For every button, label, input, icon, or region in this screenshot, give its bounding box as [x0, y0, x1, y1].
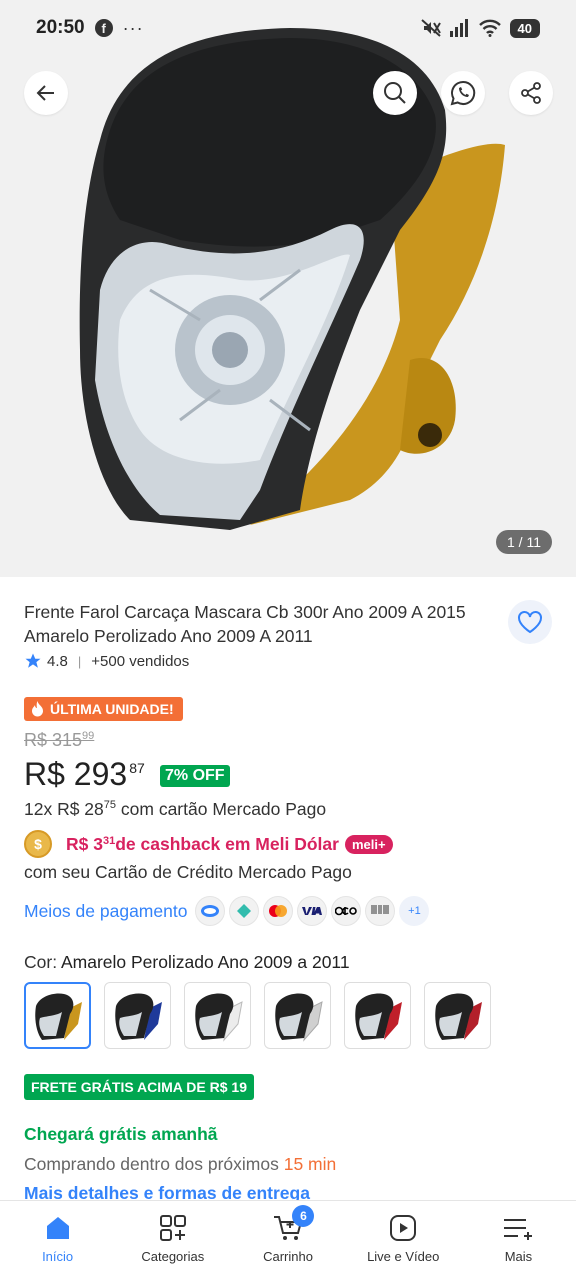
color-label: Cor: Amarelo Perolizado Ano 2009 a 2011 [24, 952, 350, 973]
favorite-button[interactable] [508, 600, 552, 644]
menu-icon [504, 1219, 533, 1240]
back-button[interactable] [24, 71, 68, 115]
tab-cart-label: Carrinho [263, 1249, 313, 1264]
star-icon [25, 653, 41, 668]
last-unit-badge: ÚLTIMA UNIDADE! [24, 697, 183, 721]
original-price: R$ 31599 [24, 730, 94, 751]
buy-within-time: 15 min [283, 1154, 337, 1174]
tab-categories[interactable]: Categorias [115, 1201, 230, 1280]
tab-more[interactable]: Mais [461, 1201, 576, 1280]
tab-home-label: Início [42, 1249, 74, 1264]
share-icon [521, 82, 541, 104]
color-swatch-dark-red[interactable] [424, 982, 491, 1049]
tab-live-video-label: Live e Vídeo [367, 1249, 440, 1264]
meli-dollar-coin-icon: $ [24, 830, 52, 858]
search-icon [384, 82, 406, 104]
tab-home[interactable]: Início [0, 1201, 115, 1280]
tab-live-video[interactable]: Live e Vídeo [346, 1201, 461, 1280]
categories-icon [159, 1215, 186, 1241]
rating-value: 4.8 [47, 652, 68, 670]
color-swatch-red[interactable] [344, 982, 411, 1049]
status-bar: 20:50 f ··· 40 [0, 0, 576, 56]
signal-icon [449, 19, 468, 37]
bottom-tab-bar: Início Categorias 6 Carrinho Live e Víde… [0, 1200, 576, 1280]
swatch-image [114, 993, 162, 1040]
mastercard-icon [263, 896, 294, 926]
cashback-label: de cashback em Meli Dólar [115, 833, 339, 854]
installments-cents: 75 [103, 799, 117, 812]
last-unit-text: ÚLTIMA UNIDADE! [50, 701, 174, 717]
cashback-amount: R$ 3 [66, 833, 103, 854]
facebook-notification-icon: f [94, 19, 113, 37]
cashback-cents: 31 [102, 834, 116, 847]
status-time: 20:50 [36, 17, 85, 38]
color-label-prefix: Cor: [24, 952, 61, 972]
current-price-cents: 87 [129, 760, 145, 776]
original-price-value: R$ 315 [24, 730, 83, 750]
image-counter: 1 / 11 [496, 530, 552, 554]
wifi-icon [478, 19, 501, 37]
arrow-left-icon [36, 85, 54, 101]
product-gallery[interactable]: 20:50 f ··· 40 1 / 11 [0, 0, 576, 577]
swatch-image [34, 993, 82, 1040]
status-icons: 40 [420, 18, 540, 38]
color-swatch-silver[interactable] [264, 982, 331, 1049]
fire-icon [32, 701, 43, 717]
current-price: R$ 293 87 [24, 756, 145, 793]
whatsapp-share-button[interactable] [441, 71, 485, 115]
home-icon [46, 1217, 69, 1239]
payment-methods-row[interactable]: Meios de pagamento +1 [24, 896, 430, 926]
payment-methods-link[interactable]: Meios de pagamento [24, 901, 187, 922]
cashback-subtext: com seu Cartão de Crédito Mercado Pago [24, 862, 352, 882]
boleto-icon [365, 896, 396, 926]
pix-icon [229, 896, 260, 926]
tab-cart[interactable]: 6 Carrinho [230, 1201, 345, 1280]
original-price-cents: 99 [82, 730, 95, 742]
free-shipping-badge: FRETE GRÁTIS ACIMA DE R$ 19 [24, 1074, 254, 1100]
current-price-value: R$ 293 [24, 756, 128, 792]
meli-plus-badge: meli+ [344, 834, 393, 854]
search-button[interactable] [373, 71, 417, 115]
more-payment-methods[interactable]: +1 [399, 896, 430, 926]
heart-icon [518, 611, 542, 634]
mercado-pago-card-icon [195, 896, 226, 926]
battery-level: 40 [509, 18, 540, 38]
product-title: Frente Farol Carcaça Mascara Cb 300r Ano… [24, 602, 466, 646]
installments: 12x R$ 2875 com cartão Mercado Pago [24, 799, 326, 820]
installments-amount: 12x R$ 28 [24, 799, 104, 819]
video-icon [390, 1215, 417, 1241]
installments-text: com cartão Mercado Pago [116, 799, 327, 819]
swatch-image [274, 993, 323, 1042]
tab-categories-label: Categorias [141, 1249, 205, 1264]
share-button[interactable] [509, 71, 553, 115]
mute-icon [420, 19, 441, 37]
sold-count: +500 vendidos [91, 652, 190, 670]
whatsapp-icon [450, 80, 476, 106]
color-swatch-white[interactable] [184, 982, 251, 1049]
buy-within-text: Comprando dentro dos próximos [24, 1154, 284, 1174]
tab-more-label: Mais [504, 1249, 533, 1264]
more-notifications-icon: ··· [122, 17, 144, 38]
color-swatch-yellow[interactable] [24, 982, 91, 1049]
cashback-row: $ R$ 3 31 de cashback em Meli Dólar meli+ [24, 829, 393, 859]
swatch-image [194, 993, 243, 1042]
buy-within-info: Comprando dentro dos próximos 15 min [24, 1154, 336, 1175]
discount-badge: 7% OFF [160, 765, 230, 787]
color-swatches [24, 982, 491, 1049]
color-selected-value: Amarelo Perolizado Ano 2009 a 2011 [60, 952, 350, 972]
elo-icon [331, 896, 362, 926]
arrival-info: Chegará grátis amanhã [24, 1124, 218, 1144]
visa-icon [297, 896, 328, 926]
cart-count-badge: 6 [292, 1205, 315, 1227]
swatch-image [354, 993, 402, 1040]
rating-divider: | [77, 653, 82, 669]
cashback-text: R$ 3 31 de cashback em Meli Dólar [66, 834, 339, 855]
color-swatch-blue[interactable] [104, 982, 171, 1049]
rating-row[interactable]: 4.8 | +500 vendidos [24, 652, 189, 670]
swatch-image [434, 993, 482, 1040]
